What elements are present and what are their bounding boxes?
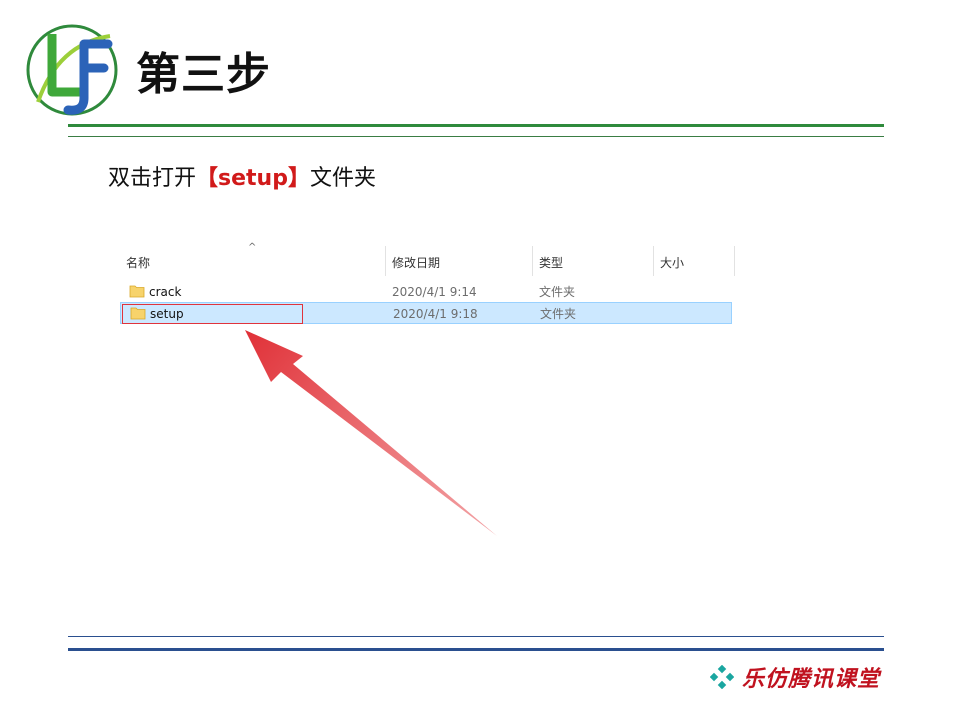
- file-row-crack[interactable]: crack 2020/4/1 9:14 文件夹: [120, 281, 732, 303]
- slide-title: 第三步: [136, 49, 271, 100]
- instruction-text: 双击打开【setup】文件夹: [108, 160, 376, 192]
- instruction-highlight: 【setup】: [196, 166, 310, 191]
- file-modified-date: 2020/4/1 9:14: [392, 285, 477, 299]
- setup-highlight-box: [122, 304, 303, 324]
- red-arrow-icon: [245, 330, 497, 536]
- footer-brand: 乐仿腾讯课堂: [710, 662, 880, 692]
- column-divider[interactable]: [734, 246, 735, 276]
- file-modified-date: 2020/4/1 9:18: [393, 307, 478, 321]
- file-name: crack: [149, 285, 182, 299]
- header-rule-thick: [68, 124, 884, 127]
- column-header-type[interactable]: 类型: [533, 252, 653, 274]
- brand-name: 乐仿腾讯课堂: [742, 666, 881, 692]
- instruction-suffix: 文件夹: [309, 166, 376, 191]
- file-type: 文件夹: [539, 285, 576, 299]
- footer-rule-thick: [68, 648, 884, 651]
- header-rule-thin: [68, 136, 884, 137]
- lf-logo: [26, 24, 118, 116]
- file-explorer-list: ^ 名称 修改日期 类型 大小 crack 2020/4/1 9:14 文件夹 …: [120, 240, 740, 340]
- file-type: 文件夹: [540, 307, 577, 321]
- column-header-date[interactable]: 修改日期: [386, 252, 532, 274]
- column-header-size[interactable]: 大小: [654, 252, 734, 274]
- folder-icon: [129, 285, 145, 298]
- instruction-prefix: 双击打开: [108, 166, 197, 191]
- diamond-cluster-icon: [710, 665, 734, 689]
- footer-rule-thin: [68, 636, 884, 637]
- column-header-name[interactable]: 名称: [120, 252, 384, 274]
